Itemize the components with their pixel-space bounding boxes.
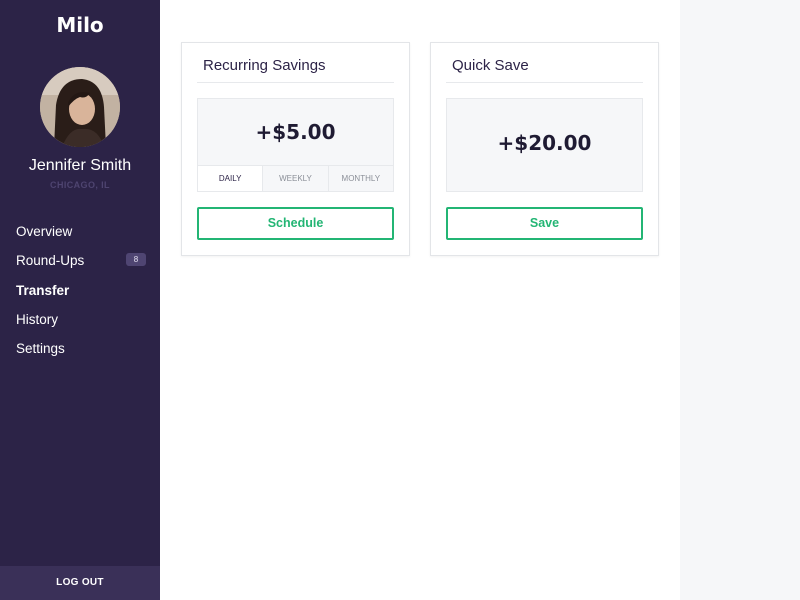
save-button[interactable]: Save bbox=[446, 207, 643, 240]
quick-save-amount: +$20.00 bbox=[497, 131, 592, 155]
recurring-amount: +$5.00 bbox=[255, 120, 336, 144]
sidebar-item-history[interactable]: History bbox=[0, 305, 160, 334]
recurring-savings-card: Recurring Savings +$5.00 DAILY WEEKLY MO… bbox=[181, 42, 410, 256]
sidebar-item-label: Settings bbox=[16, 341, 65, 357]
frequency-tabs: DAILY WEEKLY MONTHLY bbox=[198, 165, 393, 191]
recurring-amount-box: +$5.00 DAILY WEEKLY MONTHLY bbox=[197, 98, 394, 192]
user-location: CHICAGO, IL bbox=[50, 180, 110, 190]
sidebar-nav: Overview Round-Ups 8 Transfer History Se… bbox=[0, 217, 160, 363]
user-name: Jennifer Smith bbox=[28, 157, 132, 174]
sidebar-item-label: History bbox=[16, 312, 59, 328]
logout-button[interactable]: LOG OUT bbox=[0, 566, 160, 600]
quick-save-card: Quick Save +$20.00 Save bbox=[430, 42, 659, 256]
sidebar-item-round-ups[interactable]: Round-Ups 8 bbox=[0, 246, 160, 275]
quick-amount-box: +$20.00 bbox=[446, 98, 643, 192]
user-avatar[interactable] bbox=[40, 67, 120, 147]
card-title: Quick Save bbox=[446, 43, 643, 83]
avatar-photo bbox=[40, 67, 120, 147]
card-title: Recurring Savings bbox=[197, 43, 394, 83]
tab-weekly[interactable]: WEEKLY bbox=[262, 166, 328, 191]
sidebar-item-transfer[interactable]: Transfer bbox=[0, 276, 160, 305]
tab-monthly[interactable]: MONTHLY bbox=[327, 166, 393, 191]
tab-daily[interactable]: DAILY bbox=[198, 166, 263, 191]
right-side-panel bbox=[680, 0, 800, 600]
schedule-button[interactable]: Schedule bbox=[197, 207, 394, 240]
sidebar-item-overview[interactable]: Overview bbox=[0, 217, 160, 246]
app-logo[interactable]: Milo bbox=[0, 13, 160, 37]
sidebar-item-label: Round-Ups bbox=[16, 253, 85, 269]
round-ups-count-badge: 8 bbox=[126, 253, 146, 267]
sidebar-item-label: Transfer bbox=[16, 282, 70, 298]
sidebar: Milo Jennifer Smith CHICAGO, IL Overview… bbox=[0, 0, 160, 600]
sidebar-item-label: Overview bbox=[16, 224, 73, 240]
sidebar-item-settings[interactable]: Settings bbox=[0, 334, 160, 363]
